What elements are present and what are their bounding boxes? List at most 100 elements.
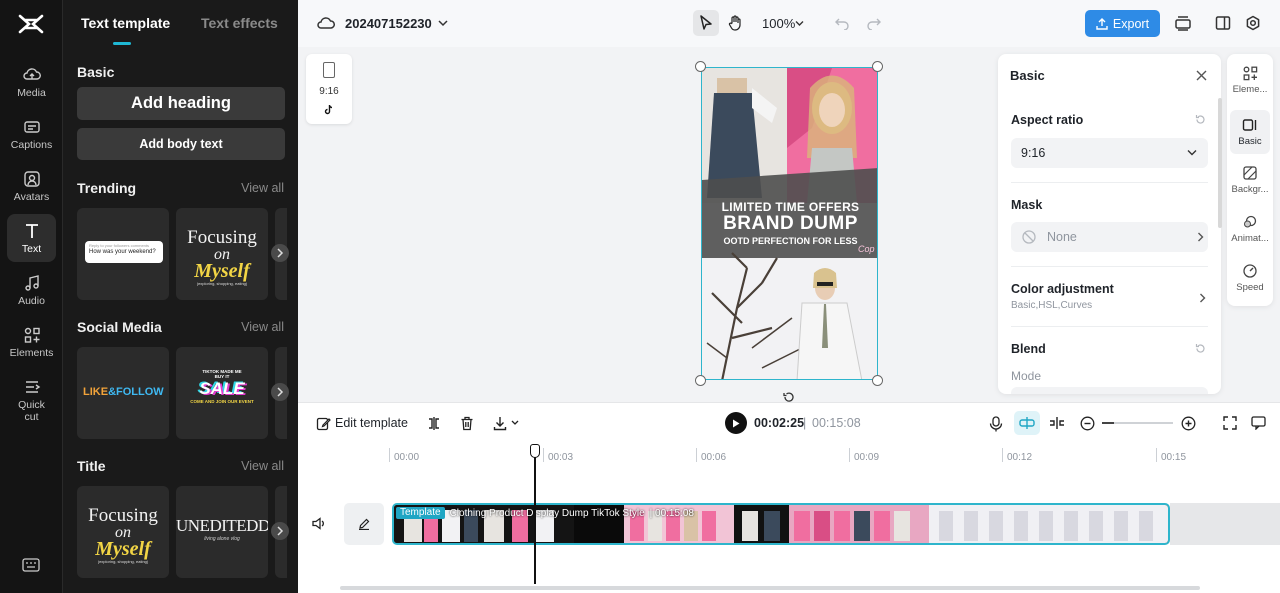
quick-cut-icon	[25, 380, 40, 393]
settings-gear-icon[interactable]	[1245, 15, 1261, 31]
zoom-slider[interactable]	[1102, 422, 1173, 424]
reset-icon[interactable]	[1195, 343, 1206, 354]
text-template-panel: Text template Text effects Basic Add hea…	[63, 0, 298, 593]
zoom-slider-fill	[1102, 422, 1114, 424]
right-rail-background[interactable]: Backgr...	[1230, 158, 1270, 202]
title-card-unediteday[interactable]: UNEDITEDDAY living alone vlog	[176, 486, 268, 578]
reset-icon[interactable]	[1195, 114, 1206, 125]
fullscreen-icon[interactable]	[1223, 416, 1237, 430]
properties-title: Basic	[1010, 68, 1045, 83]
split-icon[interactable]	[427, 416, 441, 431]
rail-item-captions[interactable]: Captions	[7, 110, 56, 158]
capcut-logo[interactable]	[17, 12, 45, 36]
aspect-ratio-select[interactable]: 9:16	[1011, 138, 1208, 168]
add-body-text-button[interactable]: Add body text	[77, 128, 285, 160]
zoom-level[interactable]: 100%	[762, 16, 795, 31]
uneditedday-sub: living alone vlog	[204, 536, 240, 542]
video-preview[interactable]: LIMITED TIME OFFERS BRAND DUMP OOTD PERF…	[701, 67, 878, 380]
zoom-in-icon[interactable]	[1181, 416, 1196, 431]
tab-text-template[interactable]: Text template	[81, 15, 170, 31]
properties-scrollbar[interactable]	[1218, 98, 1222, 228]
portrait-frame-icon	[323, 62, 335, 78]
add-heading-button[interactable]: Add heading	[77, 87, 285, 120]
right-rail-elements[interactable]: Eleme...	[1230, 58, 1270, 102]
trending-next-button[interactable]	[271, 244, 289, 262]
stack-icon[interactable]	[1174, 15, 1192, 32]
title-myself-text: Myself	[95, 538, 151, 560]
zoom-out-icon[interactable]	[1080, 416, 1095, 431]
undo-icon[interactable]	[835, 16, 849, 30]
keyboard-icon[interactable]	[22, 557, 40, 573]
comment-icon[interactable]	[1251, 416, 1266, 430]
title-section-title: Title	[77, 458, 106, 474]
download-icon[interactable]	[493, 416, 507, 431]
project-name[interactable]: 202407152230	[345, 16, 432, 31]
social-media-view-all-link[interactable]: View all	[241, 320, 284, 334]
download-chevron-down-icon[interactable]	[511, 420, 519, 426]
cloud-icon[interactable]	[317, 15, 335, 31]
ruler-tick	[1156, 448, 1157, 462]
resize-handle-top-right[interactable]	[872, 61, 883, 72]
blend-mode-select[interactable]	[1011, 387, 1208, 394]
chevron-down-icon	[1187, 150, 1197, 156]
resize-handle-bottom-left[interactable]	[695, 375, 706, 386]
left-rail: Media Captions Avatars Text Audio Elemen…	[0, 0, 63, 593]
resize-handle-top-left[interactable]	[695, 61, 706, 72]
chevron-right-icon	[277, 387, 284, 397]
comment-bubble: Reply to your followers comments How was…	[85, 241, 163, 263]
playhead-handle[interactable]	[530, 444, 540, 458]
close-icon[interactable]	[1196, 70, 1207, 81]
volume-icon[interactable]	[312, 517, 326, 530]
playhead[interactable]	[530, 444, 540, 584]
chevron-down-icon[interactable]	[438, 19, 448, 27]
right-rail-basic[interactable]: Basic	[1230, 110, 1270, 154]
hand-tool-button[interactable]	[722, 10, 748, 36]
link-split-icon[interactable]	[1049, 416, 1065, 430]
zoom-chevron-down-icon[interactable]	[795, 20, 804, 27]
rail-item-avatars[interactable]: Avatars	[7, 162, 56, 210]
aspect-ratio-card[interactable]: 9:16	[306, 54, 352, 124]
right-rail-label-animation: Animat...	[1231, 233, 1269, 244]
play-button[interactable]	[725, 412, 747, 434]
edit-template-button[interactable]: Edit template	[316, 413, 408, 433]
rail-item-media[interactable]: Media	[7, 58, 56, 106]
template-card-sale[interactable]: TIKTOK MADE ME BUY IT SALE COME AND JOIN…	[176, 347, 268, 439]
mask-select[interactable]: None	[1011, 222, 1208, 252]
right-rail-animation[interactable]: Animat...	[1230, 207, 1270, 251]
title-next-button[interactable]	[271, 522, 289, 540]
export-button[interactable]: Export	[1085, 10, 1160, 37]
rail-label-audio: Audio	[18, 294, 45, 307]
social-next-button[interactable]	[271, 383, 289, 401]
select-tool-button[interactable]	[693, 10, 719, 36]
title-card-focusing[interactable]: Focusing on Myself (exploring, shopping,…	[77, 486, 169, 578]
delete-icon[interactable]	[460, 416, 474, 431]
microphone-icon[interactable]	[989, 416, 1003, 432]
right-rail-label-background: Backgr...	[1231, 184, 1269, 195]
rail-item-text[interactable]: Text	[7, 214, 56, 262]
redo-icon[interactable]	[867, 16, 881, 30]
right-rail-speed[interactable]: Speed	[1230, 256, 1270, 300]
template-badge: Template	[396, 507, 445, 519]
preview-line-2: BRAND DUMP	[723, 213, 858, 234]
color-adjustment-row[interactable]: Color adjustment Basic,HSL,Curves	[998, 274, 1221, 318]
timeline-toolbar: Edit template 00:02:25 | 00:15:08	[298, 402, 1280, 442]
magnet-snap-button[interactable]	[1014, 411, 1040, 435]
trending-view-all-link[interactable]: View all	[241, 181, 284, 195]
timeline-scrollbar[interactable]	[340, 586, 1200, 590]
rail-item-audio[interactable]: Audio	[7, 266, 56, 314]
video-clip[interactable]: Template Clothing Product Display Dump T…	[392, 503, 1170, 545]
tab-text-effects[interactable]: Text effects	[201, 15, 278, 31]
rail-item-elements[interactable]: Elements	[7, 318, 56, 366]
like-word: LIKE	[83, 386, 109, 398]
rotate-handle-icon[interactable]	[783, 392, 795, 402]
layout-icon[interactable]	[1215, 15, 1231, 31]
template-card-focusing[interactable]: Focusing on Myself (exploring, shopping,…	[176, 208, 268, 300]
play-icon	[733, 419, 740, 427]
cover-edit-button[interactable]	[344, 503, 384, 545]
template-card-comment[interactable]: Reply to your followers comments How was…	[77, 208, 169, 300]
export-label: Export	[1112, 16, 1150, 31]
template-card-like-follow[interactable]: LIKE&FOLLOW	[77, 347, 169, 439]
title-view-all-link[interactable]: View all	[241, 459, 284, 473]
resize-handle-bottom-right[interactable]	[872, 375, 883, 386]
rail-item-quick-cut[interactable]: Quick cut	[7, 372, 56, 428]
